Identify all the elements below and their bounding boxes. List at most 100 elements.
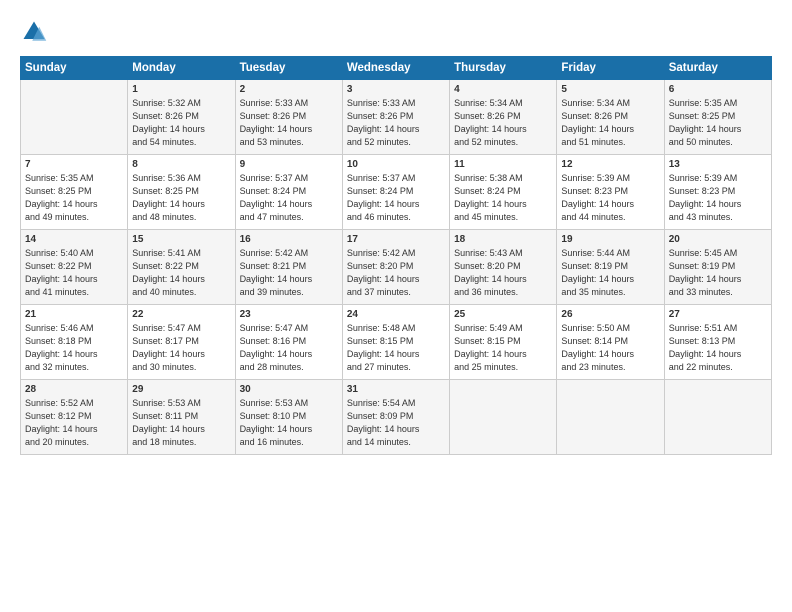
day-number: 27 [669, 309, 767, 320]
day-number: 26 [561, 309, 659, 320]
day-number: 3 [347, 84, 445, 95]
calendar-cell: 12Sunrise: 5:39 AM Sunset: 8:23 PM Dayli… [557, 155, 664, 230]
calendar-cell: 6 Sunrise: 5:35 AM Sunset: 8:25 PM Daylig… [664, 80, 771, 155]
cell-info: Sunrise: 5:45 AM Sunset: 8:19 PM Dayligh… [669, 247, 767, 299]
cell-info: Sunrise: 5:53 AM Sunset: 8:10 PM Dayligh… [240, 397, 338, 449]
day-number: 22 [132, 309, 230, 320]
cell-info: Sunrise: 5:38 AM Sunset: 8:24 PM Dayligh… [454, 172, 552, 224]
cell-info: Sunrise: 5:42 AM Sunset: 8:20 PM Dayligh… [347, 247, 445, 299]
logo-icon [20, 18, 48, 46]
calendar-cell: 15 Sunrise: 5:41 AM Sunset: 8:22 PM Dayli… [128, 230, 235, 305]
calendar-cell: 28 Sunrise: 5:52 AM Sunset: 8:12 PM Dayli… [21, 380, 128, 455]
day-number: 29 [132, 384, 230, 395]
day-number: 16 [240, 234, 338, 245]
week-row-4: 21 Sunrise: 5:46 AM Sunset: 8:18 PM Dayli… [21, 305, 772, 380]
cell-info: Sunrise: 5:48 AM Sunset: 8:15 PM Dayligh… [347, 322, 445, 374]
cell-info: Sunrise: 5:35 AM Sunset: 8:25 PM Dayligh… [25, 172, 123, 224]
day-number: 14 [25, 234, 123, 245]
calendar-cell: 11 Sunrise: 5:38 AM Sunset: 8:24 PM Dayli… [450, 155, 557, 230]
day-number: 8 [132, 159, 230, 170]
calendar-cell: 16 Sunrise: 5:42 AM Sunset: 8:21 PM Dayli… [235, 230, 342, 305]
cell-info: Sunrise: 5:54 AM Sunset: 8:09 PM Dayligh… [347, 397, 445, 449]
cell-info: Sunrise: 5:33 AM Sunset: 8:26 PM Dayligh… [347, 97, 445, 149]
cell-info: Sunrise: 5:53 AM Sunset: 8:11 PM Dayligh… [132, 397, 230, 449]
day-number: 6 [669, 84, 767, 95]
day-header-thursday: Thursday [450, 57, 557, 80]
cell-info: Sunrise: 5:33 AM Sunset: 8:26 PM Dayligh… [240, 97, 338, 149]
day-number: 13 [669, 159, 767, 170]
cell-info: Sunrise: 5:40 AM Sunset: 8:22 PM Dayligh… [25, 247, 123, 299]
cell-info: Sunrise: 5:50 AM Sunset: 8:14 PM Dayligh… [561, 322, 659, 374]
cell-info: Sunrise: 5:43 AM Sunset: 8:20 PM Dayligh… [454, 247, 552, 299]
day-number: 5 [561, 84, 659, 95]
cell-info: Sunrise: 5:34 AM Sunset: 8:26 PM Dayligh… [454, 97, 552, 149]
cell-info: Sunrise: 5:47 AM Sunset: 8:16 PM Dayligh… [240, 322, 338, 374]
day-number: 12 [561, 159, 659, 170]
logo [20, 18, 52, 46]
calendar-cell: 17Sunrise: 5:42 AM Sunset: 8:20 PM Dayli… [342, 230, 449, 305]
week-row-1: 1 Sunrise: 5:32 AM Sunset: 8:26 PM Daylig… [21, 80, 772, 155]
calendar-cell [557, 380, 664, 455]
day-number: 28 [25, 384, 123, 395]
calendar-cell: 31 Sunrise: 5:54 AM Sunset: 8:09 PM Dayli… [342, 380, 449, 455]
calendar-cell: 26 Sunrise: 5:50 AM Sunset: 8:14 PM Dayli… [557, 305, 664, 380]
cell-info: Sunrise: 5:47 AM Sunset: 8:17 PM Dayligh… [132, 322, 230, 374]
cell-info: Sunrise: 5:32 AM Sunset: 8:26 PM Dayligh… [132, 97, 230, 149]
day-number: 31 [347, 384, 445, 395]
calendar-cell: 29 Sunrise: 5:53 AM Sunset: 8:11 PM Dayli… [128, 380, 235, 455]
calendar-cell: 8 Sunrise: 5:36 AM Sunset: 8:25 PM Daylig… [128, 155, 235, 230]
cell-info: Sunrise: 5:41 AM Sunset: 8:22 PM Dayligh… [132, 247, 230, 299]
cell-info: Sunrise: 5:37 AM Sunset: 8:24 PM Dayligh… [347, 172, 445, 224]
day-number: 25 [454, 309, 552, 320]
day-number: 15 [132, 234, 230, 245]
week-row-3: 14 Sunrise: 5:40 AM Sunset: 8:22 PM Dayli… [21, 230, 772, 305]
cell-info: Sunrise: 5:34 AM Sunset: 8:26 PM Dayligh… [561, 97, 659, 149]
calendar-cell: 21 Sunrise: 5:46 AM Sunset: 8:18 PM Dayli… [21, 305, 128, 380]
day-number: 1 [132, 84, 230, 95]
day-number: 30 [240, 384, 338, 395]
cell-info: Sunrise: 5:49 AM Sunset: 8:15 PM Dayligh… [454, 322, 552, 374]
calendar-cell: 9 Sunrise: 5:37 AM Sunset: 8:24 PM Daylig… [235, 155, 342, 230]
day-number: 11 [454, 159, 552, 170]
calendar-cell: 27Sunrise: 5:51 AM Sunset: 8:13 PM Dayli… [664, 305, 771, 380]
header [20, 18, 772, 46]
calendar-cell: 7 Sunrise: 5:35 AM Sunset: 8:25 PM Daylig… [21, 155, 128, 230]
day-number: 9 [240, 159, 338, 170]
calendar-cell: 2 Sunrise: 5:33 AM Sunset: 8:26 PM Daylig… [235, 80, 342, 155]
cell-info: Sunrise: 5:35 AM Sunset: 8:25 PM Dayligh… [669, 97, 767, 149]
cell-info: Sunrise: 5:46 AM Sunset: 8:18 PM Dayligh… [25, 322, 123, 374]
day-number: 21 [25, 309, 123, 320]
cell-info: Sunrise: 5:42 AM Sunset: 8:21 PM Dayligh… [240, 247, 338, 299]
calendar-cell [664, 380, 771, 455]
calendar-cell: 18 Sunrise: 5:43 AM Sunset: 8:20 PM Dayli… [450, 230, 557, 305]
calendar-cell: 3 Sunrise: 5:33 AM Sunset: 8:26 PM Daylig… [342, 80, 449, 155]
day-number: 19 [561, 234, 659, 245]
cell-info: Sunrise: 5:44 AM Sunset: 8:19 PM Dayligh… [561, 247, 659, 299]
calendar-cell: 25 Sunrise: 5:49 AM Sunset: 8:15 PM Dayli… [450, 305, 557, 380]
day-header-wednesday: Wednesday [342, 57, 449, 80]
day-number: 7 [25, 159, 123, 170]
calendar-cell [450, 380, 557, 455]
cell-info: Sunrise: 5:37 AM Sunset: 8:24 PM Dayligh… [240, 172, 338, 224]
calendar-table: SundayMondayTuesdayWednesdayThursdayFrid… [20, 56, 772, 455]
week-row-5: 28 Sunrise: 5:52 AM Sunset: 8:12 PM Dayli… [21, 380, 772, 455]
day-number: 20 [669, 234, 767, 245]
calendar-cell: 30 Sunrise: 5:53 AM Sunset: 8:10 PM Dayli… [235, 380, 342, 455]
calendar-cell: 20 Sunrise: 5:45 AM Sunset: 8:19 PM Dayli… [664, 230, 771, 305]
calendar-cell: 10 Sunrise: 5:37 AM Sunset: 8:24 PM Dayli… [342, 155, 449, 230]
calendar-cell: 24 Sunrise: 5:48 AM Sunset: 8:15 PM Dayli… [342, 305, 449, 380]
day-number: 2 [240, 84, 338, 95]
day-number: 24 [347, 309, 445, 320]
day-header-friday: Friday [557, 57, 664, 80]
calendar-cell: 1 Sunrise: 5:32 AM Sunset: 8:26 PM Daylig… [128, 80, 235, 155]
calendar-cell: 19 Sunrise: 5:44 AM Sunset: 8:19 PM Dayli… [557, 230, 664, 305]
day-header-sunday: Sunday [21, 57, 128, 80]
day-header-monday: Monday [128, 57, 235, 80]
day-number: 10 [347, 159, 445, 170]
cell-info: Sunrise: 5:39 AM Sunset: 8:23 PM Dayligh… [669, 172, 767, 224]
cell-info: Sunrise: 5:52 AM Sunset: 8:12 PM Dayligh… [25, 397, 123, 449]
day-number: 18 [454, 234, 552, 245]
header-row: SundayMondayTuesdayWednesdayThursdayFrid… [21, 57, 772, 80]
calendar-cell: 22 Sunrise: 5:47 AM Sunset: 8:17 PM Dayli… [128, 305, 235, 380]
cell-info: Sunrise: 5:36 AM Sunset: 8:25 PM Dayligh… [132, 172, 230, 224]
